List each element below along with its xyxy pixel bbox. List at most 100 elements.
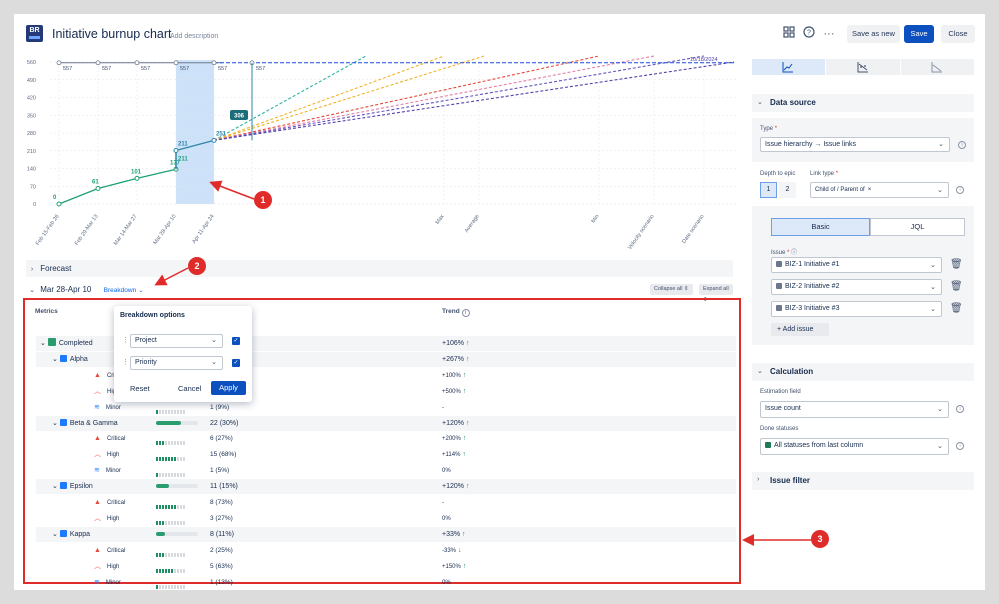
chevron-down-icon[interactable]: ⌄ <box>52 420 58 427</box>
table-group-row[interactable]: ⌄ Epsilon 11 (15%) +120% ↑ <box>36 479 736 495</box>
scope-point <box>211 60 217 66</box>
trash-icon[interactable]: 🗑 <box>950 259 963 270</box>
issue-select-2[interactable]: BIZ-2 Initiative #2 ⌄ <box>771 279 942 295</box>
info-icon[interactable]: i <box>956 405 964 413</box>
info-icon[interactable]: i <box>956 186 964 194</box>
row-trend: +106% ↑ <box>442 340 470 347</box>
info-icon[interactable]: i <box>958 141 966 149</box>
chevron-right-icon: › <box>30 266 34 273</box>
info-icon[interactable]: i <box>956 442 964 450</box>
header: BR Initiative burnup chart Add descripti… <box>14 14 985 54</box>
y-tick-label: 350 <box>27 113 36 119</box>
breakdown-option-2-checkbox[interactable]: ✓ <box>232 359 240 367</box>
breakdown-option-1-checkbox[interactable]: ✓ <box>232 337 240 345</box>
table-row: ︿ High 5 (63%) +150% ↑ <box>36 559 736 574</box>
collapse-all-button[interactable]: Collapse all ⇕ <box>650 284 693 295</box>
distribution-bar <box>156 452 198 462</box>
issue-filter-header[interactable]: › Issue filter <box>752 472 974 490</box>
tab-burnup-chart[interactable] <box>752 59 825 75</box>
project-icon <box>59 354 67 362</box>
help-icon[interactable]: ? <box>801 26 817 42</box>
tab-scatter-chart[interactable] <box>826 59 900 75</box>
x-tick-label: Max <box>435 214 446 226</box>
reset-button[interactable]: Reset <box>130 384 150 393</box>
progress-fill <box>156 420 182 425</box>
period-label: Mar 28-Apr 10 <box>40 285 92 294</box>
metrics-column-header: Metrics <box>35 308 58 315</box>
breakdown-option-1[interactable]: Project ⌄ <box>130 334 223 348</box>
tab-burndown-chart[interactable] <box>901 59 974 75</box>
cancel-button[interactable]: Cancel <box>178 384 201 393</box>
more-icon[interactable]: ··· <box>821 26 837 42</box>
arrow-up-icon: ↑ <box>460 387 467 395</box>
table-group-row[interactable]: ⌄ Kappa 8 (11%) +33% ↑ <box>36 526 736 542</box>
forecast-section[interactable]: › Forecast <box>26 260 733 277</box>
estimation-select[interactable]: Issue count ⌄ <box>760 401 949 418</box>
chevron-down-icon[interactable]: ⌄ <box>40 340 46 347</box>
calculation-header[interactable]: ⌄ Calculation <box>752 363 974 381</box>
chart-canvas: 560 490 420 350 280 210 140 70 0 Feb 15-Feb 26 Feb… <box>27 55 736 251</box>
progress-fill <box>156 484 169 489</box>
y-tick-label: 560 <box>27 60 36 66</box>
issue-select-1[interactable]: BIZ-1 Initiative #1 ⌄ <box>771 257 942 273</box>
grid-icon[interactable] <box>781 26 797 42</box>
row-label: Alpha <box>69 355 88 363</box>
distribution-bar <box>156 516 198 525</box>
issue-select-3[interactable]: BIZ-3 Initiative #3 ⌄ <box>771 301 942 317</box>
apply-button[interactable]: Apply <box>211 381 246 395</box>
drag-handle-icon[interactable]: ⋮ <box>122 358 129 366</box>
row-trend: +33% ↑ <box>442 530 466 538</box>
project-icon <box>59 529 67 537</box>
distribution-bar <box>156 564 198 573</box>
chevron-down-icon[interactable]: ⌄ <box>26 282 38 299</box>
table-group-row[interactable]: ⌄ Beta & Gamma 22 (30%) +120% ↑ <box>36 415 736 431</box>
row-trend: +267% ↑ <box>442 355 470 363</box>
tab-jql[interactable]: JQL <box>870 218 965 236</box>
trash-icon[interactable]: 🗑 <box>950 303 963 314</box>
depth-option-2[interactable]: 2 <box>779 182 796 198</box>
save-button[interactable]: Save <box>904 25 934 43</box>
drag-handle-icon[interactable]: ⋮ <box>122 336 129 344</box>
period-bar: ⌄ Mar 28-Apr 10 Breakdown ⌄ Collapse all… <box>26 281 733 303</box>
breakdown-option-2[interactable]: Priority ⌄ <box>130 356 223 370</box>
chevron-down-icon[interactable]: ⌄ <box>52 356 58 363</box>
save-as-new-button[interactable]: Save as new <box>847 25 900 43</box>
popup-title: Breakdown options <box>120 312 185 319</box>
critical-priority-icon: ▲ <box>94 546 101 554</box>
tab-basic[interactable]: Basic <box>771 218 870 236</box>
done-statuses-select[interactable]: All statuses from last column ⌄ <box>760 438 949 455</box>
projection-line <box>213 55 485 141</box>
high-priority-icon: ︿ <box>94 451 101 459</box>
completed-value-label: 101 <box>131 169 142 175</box>
close-button[interactable]: Close <box>941 25 975 43</box>
remove-tag-icon[interactable]: × <box>868 187 872 193</box>
trend-chart-icon <box>857 62 868 73</box>
row-value: 15 (68%) <box>210 451 237 459</box>
distribution-bar <box>156 580 198 589</box>
add-issue-button[interactable]: + Add issue <box>771 323 829 336</box>
chevron-down-icon[interactable]: ⌄ <box>52 483 58 490</box>
chevron-down-icon[interactable]: ⌄ <box>52 531 58 538</box>
distribution-bar <box>156 468 198 478</box>
row-label: Minor <box>105 468 121 475</box>
trend-column-header: Trend i <box>442 308 470 317</box>
row-label: Kappa <box>69 530 91 538</box>
table-row: ▲ Critical 6 (27%) +200% ↑ <box>36 431 736 446</box>
data-source-header[interactable]: ⌄ Data source <box>752 94 974 112</box>
row-trend: +114% ↑ <box>442 451 466 459</box>
breakdown-link[interactable]: Breakdown <box>104 287 137 294</box>
scope-point <box>56 60 62 66</box>
depth-option-1[interactable]: 1 <box>760 182 777 198</box>
depth-label: Depth to epic <box>760 171 796 177</box>
table-row: ▲ Critical 8 (73%) - <box>36 495 736 510</box>
breakdown-chevron-icon[interactable]: ⌄ <box>138 288 143 294</box>
expand-all-button[interactable]: Expand all ⇕ <box>699 284 733 303</box>
type-select[interactable]: Issue hierarchy → Issue links ⌄ <box>760 137 950 152</box>
minor-priority-icon: ≋ <box>94 578 100 586</box>
add-description-link[interactable]: Add description <box>170 33 218 40</box>
link-type-select[interactable]: Child of / Parent of × ⌄ <box>810 182 949 198</box>
progress-point <box>211 137 217 143</box>
trash-icon[interactable]: 🗑 <box>950 281 963 292</box>
arrow-up-icon: ↑ <box>460 530 466 538</box>
table-row: ︿ High 15 (68%) +114% ↑ <box>36 447 736 462</box>
